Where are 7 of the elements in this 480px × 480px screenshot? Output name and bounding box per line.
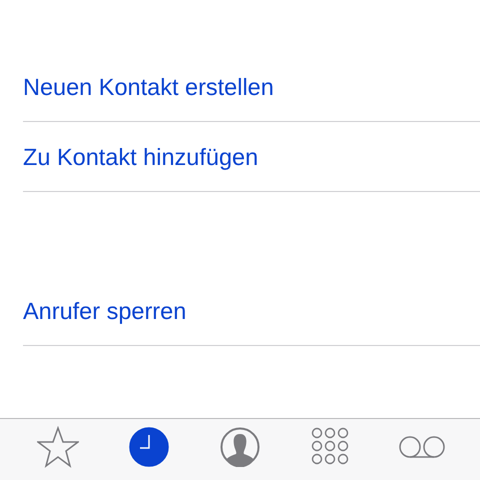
clock-icon[interactable] xyxy=(128,427,169,467)
action-link[interactable]: Anrufer sperren xyxy=(23,276,480,346)
action-link[interactable]: Neuen Kontakt erstellen xyxy=(23,52,480,122)
person-icon[interactable] xyxy=(220,427,260,467)
star-icon[interactable] xyxy=(36,426,79,468)
action-link[interactable]: Zu Kontakt hinzufügen xyxy=(23,122,480,192)
voicemail-icon[interactable] xyxy=(398,435,446,459)
